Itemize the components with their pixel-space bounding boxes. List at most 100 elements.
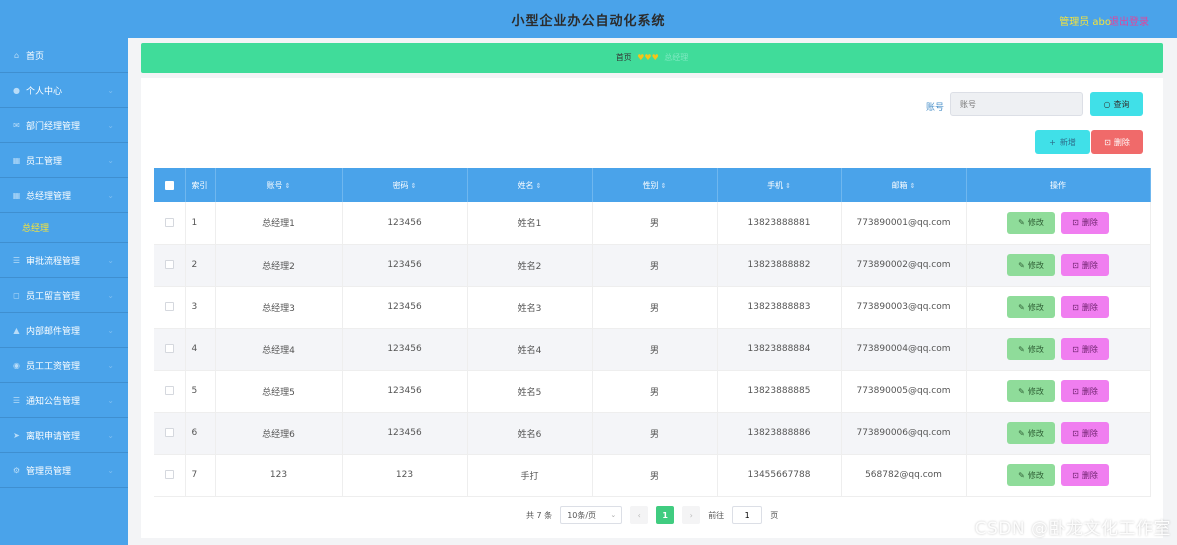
sidebar-item-label: 部门经理管理	[26, 121, 81, 132]
column-header[interactable]: 性别 ⇕	[592, 168, 718, 202]
edit-button[interactable]: ✎ 修改	[1007, 254, 1055, 276]
add-button[interactable]: + 新增	[1035, 130, 1090, 154]
sidebar-item-label: 审批流程管理	[26, 256, 81, 267]
breadcrumb-current: 总经理	[664, 53, 689, 62]
table-row[interactable]: 7 123 123 手打男 13455667788 568782@qq.com ✎ 修改 ⊡ 删除	[154, 454, 1151, 496]
table-row[interactable]: 3 总经理3 123456 姓名3 男 13823888883 773890003@qq.c…	[154, 286, 1151, 328]
table-cell: 总经理4	[215, 328, 343, 370]
row-checkbox[interactable]	[154, 328, 186, 370]
sidebar-item-label: 员工留言管理	[26, 291, 81, 302]
column-header: 操作	[966, 168, 1151, 202]
select-all-checkbox[interactable]	[154, 168, 186, 202]
sidebar-item[interactable]: ▦ 总经理管理 ⌄	[0, 178, 128, 213]
delete-button[interactable]: ⊡ 删除	[1061, 296, 1109, 318]
sidebar-item[interactable]: ◻ 员工留言管理 ⌄	[0, 278, 128, 313]
search-input[interactable]	[950, 92, 1083, 116]
sidebar-item[interactable]: ➤ 离职申请管理 ⌄	[0, 418, 128, 453]
query-button[interactable]: ○ 查询	[1090, 92, 1143, 116]
table-cell: 13823888884	[717, 328, 842, 370]
send-icon: ➤	[13, 430, 20, 440]
row-checkbox[interactable]	[154, 202, 186, 244]
next-page-button[interactable]: ›	[682, 506, 701, 524]
sidebar-item[interactable]: 总经理	[0, 213, 128, 243]
prev-page-button[interactable]: ‹	[630, 506, 649, 524]
sidebar-item[interactable]: ◉ 员工工资管理 ⌄	[0, 348, 128, 383]
table-row[interactable]: 5 总经理5 123456 姓名5 男 13823888885 773890005@qq.c…	[154, 370, 1151, 412]
admin-name: 管理员 abo	[1059, 17, 1111, 28]
column-header[interactable]: 手机 ⇕	[717, 168, 842, 202]
sidebar-item[interactable]: ▲ 内部邮件管理 ⌄	[0, 313, 128, 348]
table-row[interactable]: 1 总经理1 123456 姓名1 男 13823888881 773890001@qq.c…	[154, 202, 1151, 244]
chevron-down-icon: ⌄	[107, 465, 114, 475]
row-actions: ✎ 修改 ⊡ 删除	[966, 328, 1151, 370]
table-cell: 773890006@qq.com	[841, 412, 967, 454]
location-icon: ◉	[13, 360, 20, 370]
sidebar-item[interactable]: ⚙ 管理员管理 ⌄	[0, 453, 128, 488]
chevron-down-icon: ⌄	[107, 325, 114, 335]
sidebar-item-label: 员工工资管理	[26, 361, 81, 372]
edit-button[interactable]: ✎ 修改	[1007, 296, 1055, 318]
column-header[interactable]: 账号 ⇕	[215, 168, 343, 202]
chevron-down-icon: ⌄	[107, 360, 114, 370]
list-icon: ☰	[12, 395, 21, 405]
edit-button[interactable]: ✎ 修改	[1007, 464, 1055, 486]
edit-icon: ✎	[1018, 428, 1025, 438]
sidebar-item[interactable]: ✉ 部门经理管理 ⌄	[0, 108, 128, 143]
row-checkbox[interactable]	[154, 286, 186, 328]
table-row[interactable]: 4 总经理4 123456 姓名4 男 13823888884 773890004@qq.c…	[154, 328, 1151, 370]
table-cell: 13823888885	[717, 370, 842, 412]
table-row[interactable]: 2 总经理2 123456 姓名2 男 13823888882 773890002@qq.c…	[154, 244, 1151, 286]
table-cell: 姓名6	[467, 412, 593, 454]
sidebar-item-label: 总经理	[22, 224, 50, 234]
sort-icon: ⇕	[785, 181, 791, 190]
row-actions: ✎ 修改 ⊡ 删除	[966, 244, 1151, 286]
column-header[interactable]: 姓名 ⇕	[467, 168, 593, 202]
chevron-down-icon: ⌄	[107, 190, 114, 200]
column-header[interactable]: 邮箱 ⇕	[841, 168, 967, 202]
grid-icon: ▦	[12, 155, 21, 165]
table-cell: 123456	[342, 244, 468, 286]
delete-button[interactable]: ⊡ 删除	[1061, 422, 1109, 444]
table-cell: 13455667788	[717, 454, 842, 496]
edit-button[interactable]: ✎ 修改	[1007, 380, 1055, 402]
row-checkbox[interactable]	[154, 412, 186, 454]
table-cell: 6	[185, 412, 216, 454]
sidebar-item[interactable]: ● 个人中心 ⌄	[0, 73, 128, 108]
sort-icon: ⇕	[660, 181, 667, 190]
logout-link[interactable]: 退出登录	[1109, 13, 1149, 28]
row-actions: ✎ 修改 ⊡ 删除	[966, 286, 1151, 328]
column-header[interactable]: 密码 ⇕	[342, 168, 468, 202]
edit-button[interactable]: ✎ 修改	[1007, 338, 1055, 360]
delete-button[interactable]: ⊡ 删除	[1061, 338, 1109, 360]
table-cell: 123456	[342, 370, 468, 412]
sidebar-item[interactable]: ▦ 员工管理 ⌄	[0, 143, 128, 178]
sidebar-item[interactable]: ☰ 通知公告管理 ⌄	[0, 383, 128, 418]
home-icon: ⌂	[13, 50, 20, 60]
breadcrumb-home[interactable]: 首页	[616, 53, 632, 62]
user-icon: ●	[13, 85, 20, 95]
batch-delete-button[interactable]: ⊡ 删除	[1091, 130, 1143, 154]
sidebar-item-label: 管理员管理	[26, 466, 72, 477]
table-header-row: 索引 账号 ⇕ 密码 ⇕ 姓名 ⇕ 性别 ⇕ 手机 ⇕ 邮箱 ⇕ 操作	[154, 168, 1151, 202]
table-cell: 13823888882	[717, 244, 842, 286]
page-size-select[interactable]: 10条/页 ⌄	[560, 506, 623, 524]
sidebar-item[interactable]: ⌂ 首页	[0, 38, 128, 73]
edit-icon: ✎	[1018, 218, 1025, 228]
edit-button[interactable]: ✎ 修改	[1007, 422, 1055, 444]
chevron-down-icon: ⌄	[107, 430, 114, 440]
delete-button[interactable]: ⊡ 删除	[1061, 464, 1109, 486]
table-row[interactable]: 6 总经理6 123456 姓名6 男 13823888886 773890006@qq.c…	[154, 412, 1151, 454]
row-checkbox[interactable]	[154, 370, 186, 412]
delete-button[interactable]: ⊡ 删除	[1061, 380, 1109, 402]
delete-button[interactable]: ⊡ 删除	[1061, 254, 1109, 276]
trash-icon: ⊡	[1072, 386, 1079, 396]
table-cell: 568782@qq.com	[841, 454, 967, 496]
row-checkbox[interactable]	[154, 244, 186, 286]
chevron-down-icon: ⌄	[107, 290, 114, 300]
delete-button[interactable]: ⊡ 删除	[1061, 211, 1109, 234]
row-checkbox[interactable]	[154, 454, 186, 496]
goto-page-input[interactable]	[732, 506, 763, 524]
sidebar-item[interactable]: ☰ 审批流程管理 ⌄	[0, 243, 128, 278]
page-number-button[interactable]: 1	[656, 506, 675, 524]
edit-button[interactable]: ✎ 修改	[1007, 211, 1055, 234]
